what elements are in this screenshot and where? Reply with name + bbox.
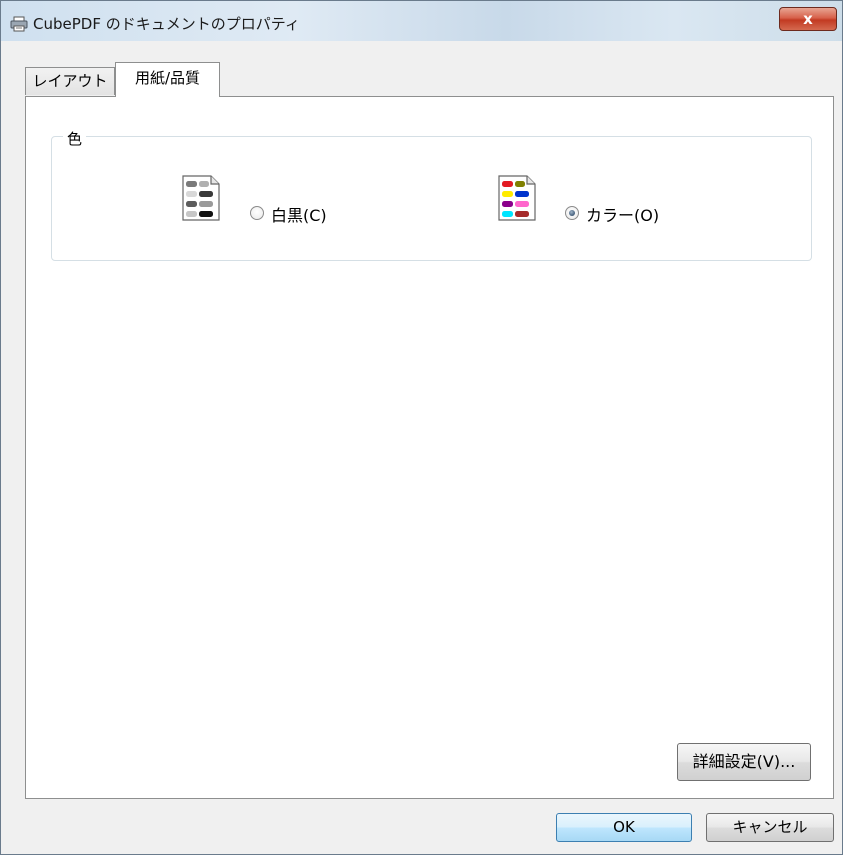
color-document-icon [498, 175, 536, 221]
properties-dialog: CubePDF のドキュメントのプロパティ x レイアウト 用紙/品質 色 白黒… [0, 0, 843, 855]
color-groupbox [51, 136, 812, 261]
color-radio[interactable] [565, 206, 579, 220]
window-title: CubePDF のドキュメントのプロパティ [33, 15, 300, 33]
ok-button[interactable]: OK [556, 813, 692, 842]
printer-icon [10, 16, 28, 32]
close-button[interactable]: x [779, 7, 837, 31]
tab-paper-quality[interactable]: 用紙/品質 [115, 62, 220, 97]
cancel-button[interactable]: キャンセル [706, 813, 834, 842]
close-icon: x [803, 10, 813, 28]
title-bar[interactable]: CubePDF のドキュメントのプロパティ x [1, 1, 842, 41]
color-group-label: 色 [63, 128, 87, 149]
monochrome-radio[interactable] [250, 206, 264, 220]
advanced-settings-button[interactable]: 詳細設定(V)... [677, 743, 811, 781]
tab-layout[interactable]: レイアウト [25, 67, 115, 95]
monochrome-document-icon [182, 175, 220, 221]
color-label[interactable]: カラー(O) [586, 202, 659, 226]
monochrome-label[interactable]: 白黒(C) [271, 202, 327, 226]
